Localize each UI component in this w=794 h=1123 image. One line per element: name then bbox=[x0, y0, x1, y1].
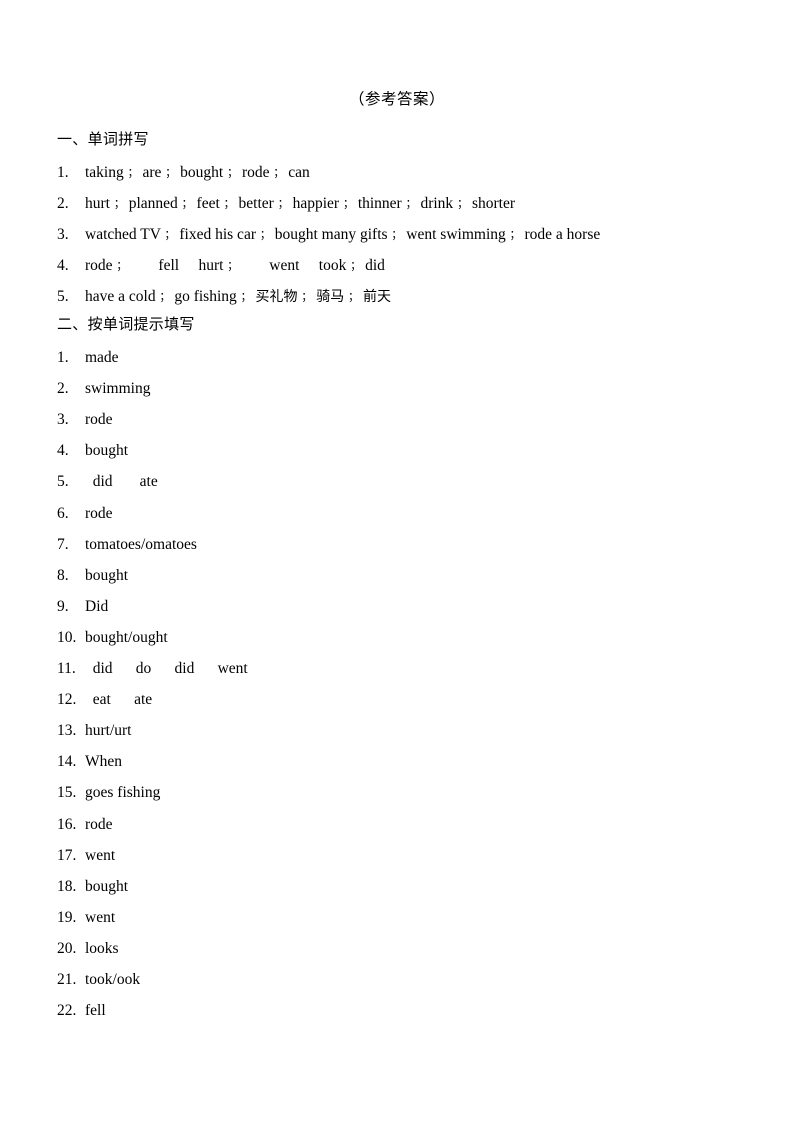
answer-text: watched TV ； fixed his car ； bought many… bbox=[85, 226, 601, 244]
answer-text: made bbox=[85, 349, 119, 366]
answer-number: 6. bbox=[57, 504, 69, 522]
answer-number: 12. bbox=[57, 691, 77, 709]
answer-text: rode bbox=[85, 815, 113, 833]
answer-row: 14. When bbox=[57, 750, 757, 774]
answer-text: When bbox=[85, 753, 123, 771]
answer-text: have a cold ； go fishing ； 买礼物 ； 骑马 ； 前天 bbox=[85, 288, 392, 306]
answer-text: fell bbox=[85, 1002, 106, 1020]
section-heading-fill-in-prompts: 二、按单词提示填写 bbox=[57, 315, 195, 333]
answer-text: rode bbox=[85, 411, 113, 429]
answer-number: 3. bbox=[57, 226, 69, 244]
answer-number: 4. bbox=[57, 257, 69, 275]
answer-row: 16. rode bbox=[57, 813, 757, 837]
answer-row: 6. rode bbox=[57, 502, 757, 526]
answer-text: bought bbox=[85, 877, 129, 895]
answer-row: 18. bought bbox=[57, 875, 757, 899]
answer-text: swimming bbox=[85, 380, 151, 398]
answer-number: 18. bbox=[57, 877, 77, 895]
answer-number: 8. bbox=[57, 566, 69, 584]
answer-text: eat ate bbox=[85, 691, 153, 709]
answer-number: 22. bbox=[57, 1002, 77, 1020]
answer-text: looks bbox=[85, 939, 119, 957]
answer-row: 5. did ate bbox=[57, 470, 757, 494]
answer-row: 1. made bbox=[57, 346, 757, 370]
answer-number: 16. bbox=[57, 815, 77, 833]
answer-text: tomatoes/omatoes bbox=[85, 535, 197, 553]
answer-text: went bbox=[85, 846, 116, 864]
answer-row: 21. took/ook bbox=[57, 968, 757, 992]
answer-text: hurt/urt bbox=[85, 722, 132, 740]
answer-number: 14. bbox=[57, 753, 77, 771]
answer-row: 2. swimming bbox=[57, 377, 757, 401]
section-heading-word-spelling: 一、单词拼写 bbox=[57, 130, 149, 148]
answer-number: 20. bbox=[57, 939, 77, 957]
answer-number: 7. bbox=[57, 535, 69, 553]
answer-row: 4. rode ； fell hurt ； went took ； did bbox=[57, 254, 757, 278]
answer-row: 9. Did bbox=[57, 595, 757, 619]
answer-row: 11. did do did went bbox=[57, 657, 757, 681]
answer-text: Did bbox=[85, 597, 109, 615]
answer-row: 2. hurt ； planned ； feet ； better ； happi… bbox=[57, 192, 757, 216]
answer-text: rode ； fell hurt ； went took ； did bbox=[85, 257, 385, 275]
answer-number: 21. bbox=[57, 971, 77, 988]
answer-row: 17. went bbox=[57, 844, 757, 868]
answer-number: 11. bbox=[57, 660, 76, 677]
answer-number: 4. bbox=[57, 442, 69, 460]
answer-text: went bbox=[85, 908, 116, 926]
answer-row: 15. goes fishing bbox=[57, 781, 757, 805]
answer-row: 4. bought bbox=[57, 439, 757, 463]
answer-row: 12. eat ate bbox=[57, 688, 757, 712]
answer-text: bought bbox=[85, 566, 129, 584]
answer-number: 13. bbox=[57, 722, 77, 740]
answer-text: did ate bbox=[85, 473, 158, 491]
answer-number: 2. bbox=[57, 380, 69, 398]
answer-number: 1. bbox=[57, 164, 69, 181]
answer-number: 5. bbox=[57, 473, 69, 491]
answer-row: 8. bought bbox=[57, 564, 757, 588]
answer-text: hurt ； planned ； feet ； better ； happier… bbox=[85, 195, 515, 213]
answer-number: 1. bbox=[57, 349, 69, 366]
answer-number: 9. bbox=[57, 597, 69, 615]
answer-number: 5. bbox=[57, 288, 69, 306]
answer-row: 22. fell bbox=[57, 999, 757, 1023]
answer-number: 2. bbox=[57, 195, 69, 213]
answer-row: 19. went bbox=[57, 906, 757, 930]
answer-row: 13. hurt/urt bbox=[57, 719, 757, 743]
answer-text: did do did went bbox=[85, 660, 248, 677]
answer-text: bought bbox=[85, 442, 129, 460]
answer-row: 5. have a cold ； go fishing ； 买礼物 ； 骑马 ； … bbox=[57, 285, 757, 309]
answer-row: 3. watched TV ； fixed his car ； bought ma… bbox=[57, 223, 757, 247]
answer-text: rode bbox=[85, 504, 113, 522]
answer-row: 20. looks bbox=[57, 937, 757, 961]
answer-number: 17. bbox=[57, 846, 77, 864]
page-title: （参考答案） bbox=[348, 90, 445, 108]
answer-row: 1. taking ； are ； bought ； rode ； can bbox=[57, 161, 757, 185]
answer-row: 7. tomatoes/omatoes bbox=[57, 533, 757, 557]
answer-number: 10. bbox=[57, 628, 77, 646]
answer-text: goes fishing bbox=[85, 784, 161, 802]
answer-text: taking ； are ； bought ； rode ； can bbox=[85, 164, 310, 181]
answer-sheet-page: （参考答案） 一、单词拼写 1. taking ； are ； bought ； … bbox=[0, 0, 794, 1123]
answer-row: 3. rode bbox=[57, 408, 757, 432]
answer-number: 15. bbox=[57, 784, 77, 802]
answer-number: 3. bbox=[57, 411, 69, 429]
answer-number: 19. bbox=[57, 908, 77, 926]
answer-text: bought/ought bbox=[85, 628, 168, 646]
answer-row: 10. bought/ought bbox=[57, 626, 757, 650]
answer-text: took/ook bbox=[85, 971, 141, 988]
